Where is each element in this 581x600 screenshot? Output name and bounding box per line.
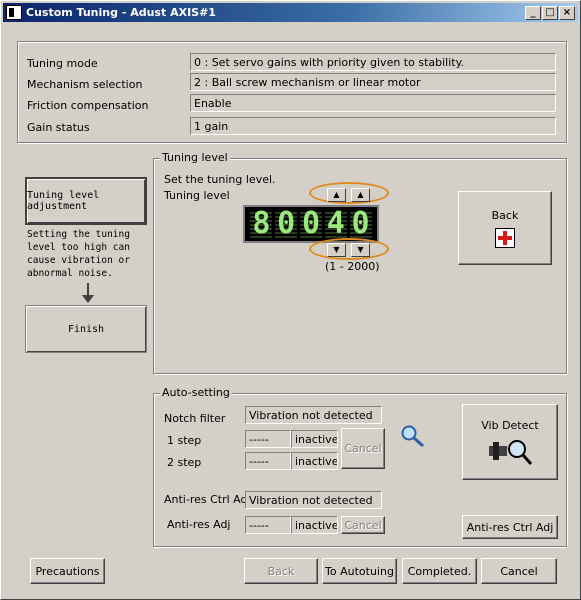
tuning-mode-label: Tuning mode: [27, 57, 98, 70]
flow-step-tuning-level-adjustment: Tuning level adjustment: [25, 177, 147, 225]
flow-step1-label: Tuning level adjustment: [27, 190, 100, 212]
flow-step2-label: Finish: [67, 323, 105, 335]
cancel-button[interactable]: Cancel: [481, 558, 557, 584]
tuning-mode-value: 0 : Set servo gains with priority given …: [190, 53, 556, 71]
flow-warning-note: Setting the tuning level too high can ca…: [27, 229, 130, 279]
display-digit-3: 0: [299, 206, 322, 241]
decrease-digit-button[interactable]: ▼: [327, 243, 346, 257]
decrease-digit-button-2[interactable]: ▼: [351, 243, 370, 257]
display-digit-2: 0: [275, 206, 298, 241]
step1-value: -----: [245, 430, 291, 448]
vib-detect-button[interactable]: Vib Detect: [462, 404, 558, 480]
custom-tuning-window: Custom Tuning - Adust AXIS#1 _ □ × Tunin…: [0, 0, 581, 600]
tuning-back-label: Back: [491, 208, 519, 222]
antires-adj-label: Anti-res Adj: [167, 518, 231, 531]
to-autotuing-button[interactable]: To Autotuing: [322, 558, 397, 584]
maximize-button[interactable]: □: [542, 6, 558, 20]
vib-detect-label: Vib Detect: [481, 418, 539, 432]
antires-adj-state: inactive: [291, 516, 338, 534]
completed-button[interactable]: Completed.: [402, 558, 477, 584]
antires-ctrl-status: Vibration not detected: [245, 491, 382, 509]
increase-digit-button-2[interactable]: ▲: [351, 188, 370, 202]
close-button[interactable]: ×: [559, 6, 575, 20]
title-bar[interactable]: Custom Tuning - Adust AXIS#1 _ □ ×: [3, 3, 578, 22]
step1-state: inactive: [291, 430, 338, 448]
increase-digit-button[interactable]: ▲: [327, 188, 346, 202]
magnifier-icon: [401, 425, 424, 448]
antires-ctrl-adj-label: Anti-res Ctrl Adj: [164, 493, 251, 506]
tuning-level-range: (1 - 2000): [325, 260, 380, 273]
display-digit-4: 4: [324, 206, 347, 241]
flow-down-arrow-icon: [82, 283, 94, 303]
back-button[interactable]: Back: [244, 558, 318, 584]
step2-label: 2 step: [167, 456, 202, 469]
up-arrows-highlight: [309, 182, 389, 204]
antires-ctrl-adj-button[interactable]: Anti-res Ctrl Adj: [462, 515, 558, 539]
mechanism-selection-value: 2 : Ball screw mechanism or linear motor: [190, 73, 556, 91]
vibration-detect-icon: [489, 439, 533, 465]
gain-status-label: Gain status: [27, 121, 90, 134]
tuning-level-label: Tuning level: [164, 189, 230, 202]
antires-cancel-button[interactable]: Cancel: [341, 516, 385, 534]
friction-compensation-label: Friction compensation: [27, 99, 149, 112]
notch-filter-label: Notch filter: [164, 412, 226, 425]
step2-state: inactive: [291, 452, 338, 470]
flow-step-finish: Finish: [25, 305, 147, 353]
step1-label: 1 step: [167, 434, 202, 447]
step2-value: -----: [245, 452, 291, 470]
notch-filter-status: Vibration not detected: [245, 406, 382, 424]
tuning-back-button[interactable]: Back: [458, 191, 552, 265]
notch-cancel-button[interactable]: Cancel: [341, 428, 385, 469]
mechanism-selection-label: Mechanism selection: [27, 78, 143, 91]
tuning-level-display: 8 0 0 4 0: [243, 205, 379, 243]
antires-adj-value: -----: [245, 516, 291, 534]
auto-setting-group-title: Auto-setting: [160, 386, 232, 399]
gain-status-value: 1 gain: [190, 117, 556, 135]
tuning-level-instruction: Set the tuning level.: [164, 173, 276, 186]
minimize-button[interactable]: _: [525, 6, 541, 20]
app-icon: [6, 5, 22, 20]
settings-info-panel: Tuning mode 0 : Set servo gains with pri…: [17, 41, 567, 143]
down-arrows-highlight: [309, 238, 389, 260]
display-digit-5: 0: [349, 206, 372, 241]
precautions-button[interactable]: Precautions: [30, 558, 105, 584]
friction-compensation-value: Enable: [190, 94, 556, 112]
window-title: Custom Tuning - Adust AXIS#1: [26, 6, 216, 19]
first-aid-icon: [495, 227, 515, 248]
display-digit-1: 8: [250, 206, 273, 241]
tuning-level-group-title: Tuning level: [160, 151, 230, 164]
